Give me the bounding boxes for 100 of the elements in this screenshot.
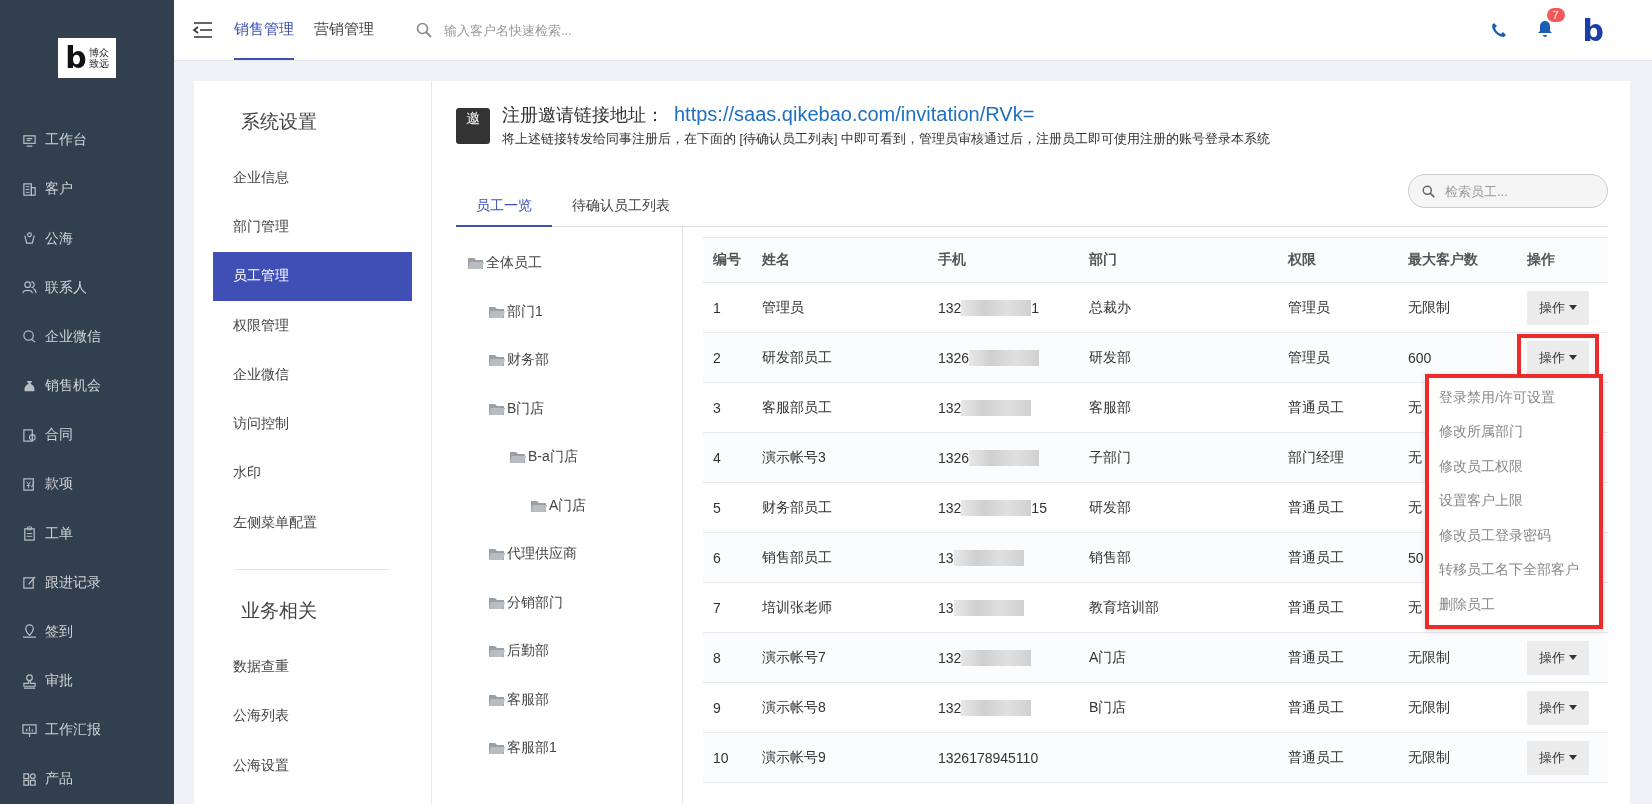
nav-item[interactable]: 企业微信: [0, 312, 174, 362]
nav-tab[interactable]: 销售管理: [234, 0, 294, 60]
bell-icon[interactable]: [1536, 19, 1553, 37]
tree-node[interactable]: B-a门店: [528, 448, 578, 467]
action-dropdown[interactable]: 操作: [1527, 690, 1589, 725]
nav-item[interactable]: 合同: [0, 410, 174, 460]
settings-item[interactable]: 企业微信: [213, 350, 412, 400]
table-cell: 1: [713, 299, 721, 316]
table-cell: 无限制: [1408, 648, 1450, 667]
caret-icon: [1569, 355, 1577, 360]
menu-item[interactable]: 修改员工权限: [1429, 449, 1599, 484]
folder-icon: [489, 742, 505, 755]
settings-item[interactable]: 数据查重: [213, 642, 412, 692]
tree-node[interactable]: B门店: [507, 399, 545, 418]
menu-item[interactable]: 登录禁用/许可设置: [1429, 380, 1599, 415]
section-title: 业务相关: [240, 599, 318, 624]
nav-item[interactable]: 工作台: [0, 115, 174, 165]
caret-icon: [1569, 655, 1577, 660]
stamp-icon: [22, 673, 37, 689]
action-dropdown[interactable]: 操作: [1527, 740, 1589, 775]
column-header: 手机: [938, 251, 967, 269]
settings-item[interactable]: 左侧菜单配置: [213, 498, 412, 548]
nav-item[interactable]: 跟进记录: [0, 558, 174, 608]
invite-link[interactable]: https://saas.qikebao.com/invitation/RVk=: [674, 103, 1035, 125]
table-cell: 部门经理: [1288, 448, 1344, 467]
staff-search-field[interactable]: 检索员工...: [1408, 174, 1608, 208]
column-header: 最大客户数: [1408, 251, 1479, 269]
table-cell: 普通员工: [1288, 498, 1344, 517]
tree-node[interactable]: 客服部1: [507, 739, 557, 758]
column-header: 姓名: [762, 251, 791, 269]
phone-icon[interactable]: [1490, 22, 1507, 38]
table-cell: 132: [938, 499, 962, 516]
table-cell: 8: [713, 649, 721, 666]
settings-item[interactable]: 水印: [213, 448, 412, 499]
tree-node[interactable]: 部门1: [507, 302, 543, 321]
tab[interactable]: 员工一览: [456, 197, 552, 227]
money-bag-icon: [22, 378, 37, 394]
nav-item[interactable]: 客户: [0, 164, 174, 215]
nav-item[interactable]: 公海: [0, 214, 174, 264]
action-dropdown[interactable]: 操作: [1527, 290, 1589, 325]
menu-item[interactable]: 转移员工名下全部客户: [1429, 553, 1599, 588]
people-icon: [22, 280, 37, 296]
table-cell: 132: [938, 649, 962, 666]
settings-item[interactable]: 公海设置: [213, 740, 412, 791]
table-cell: 2: [713, 349, 721, 366]
tree-node[interactable]: A门店: [549, 496, 587, 515]
tree-node[interactable]: 分销部门: [507, 593, 563, 612]
table-cell: 普通员工: [1288, 648, 1344, 667]
table-cell: 10: [713, 749, 729, 766]
settings-item[interactable]: 权限管理: [213, 300, 412, 351]
nav-item[interactable]: 销售机会: [0, 361, 174, 411]
table-cell: 演示帐号3: [762, 448, 826, 467]
action-dropdown[interactable]: 操作: [1527, 640, 1589, 675]
notification-badge: 7: [1546, 7, 1565, 22]
table-cell: 3: [713, 399, 721, 416]
caret-icon: [1569, 305, 1577, 310]
menu-item[interactable]: 修改所属部门: [1429, 415, 1599, 450]
table-cell: 7: [713, 599, 721, 616]
settings-item[interactable]: 部门管理: [213, 202, 412, 252]
table-cell: 1326178945110: [938, 749, 1039, 766]
nav-item[interactable]: 联系人: [0, 263, 174, 313]
table-cell: 研发部员工: [762, 348, 832, 367]
nav-tab[interactable]: 营销管理: [314, 0, 374, 60]
nav-item[interactable]: 签到: [0, 607, 174, 657]
table-cell: 演示帐号8: [762, 698, 826, 717]
settings-item[interactable]: 企业信息: [213, 153, 412, 203]
table-cell: 无限制: [1408, 698, 1450, 717]
nav-item[interactable]: 款项: [0, 459, 174, 509]
tab[interactable]: 待确认员工列表: [552, 197, 690, 227]
edit-icon: [22, 575, 37, 591]
table-cell: 无: [1408, 598, 1422, 617]
tree-node[interactable]: 全体员工: [486, 254, 542, 273]
tree-node[interactable]: 代理供应商: [507, 545, 577, 564]
table-cell: 4: [713, 449, 721, 466]
table-cell: 132: [938, 399, 962, 416]
nav-item[interactable]: 审批: [0, 656, 174, 706]
caret-icon: [1569, 705, 1577, 710]
menu-item[interactable]: 删除员工: [1429, 587, 1599, 622]
settings-item[interactable]: 员工管理: [213, 251, 412, 301]
menu-item[interactable]: 设置客户上限: [1429, 484, 1599, 519]
nav-item[interactable]: 产品: [0, 754, 174, 804]
table-cell: 客服部员工: [762, 398, 832, 417]
table-cell: 132: [938, 299, 962, 316]
menu-icon[interactable]: [192, 22, 214, 38]
table-cell: 演示帐号9: [762, 748, 826, 767]
settings-item[interactable]: 访问控制: [213, 399, 412, 449]
building-icon: [22, 181, 37, 197]
table-cell: 无: [1408, 398, 1422, 417]
menu-item[interactable]: 修改员工登录密码: [1429, 518, 1599, 553]
nav-item[interactable]: 工作汇报: [0, 705, 174, 755]
presentation-icon: [22, 722, 37, 738]
document-icon: [22, 427, 37, 443]
tree-node[interactable]: 客服部: [507, 690, 549, 709]
folder-icon: [468, 257, 484, 270]
action-dropdown[interactable]: 操作: [1527, 340, 1589, 375]
nav-item[interactable]: 工单: [0, 509, 174, 559]
tree-node[interactable]: 后勤部: [507, 642, 549, 661]
grid-icon: [22, 771, 37, 787]
settings-item[interactable]: 公海列表: [213, 691, 412, 741]
tree-node[interactable]: 财务部: [507, 351, 549, 370]
